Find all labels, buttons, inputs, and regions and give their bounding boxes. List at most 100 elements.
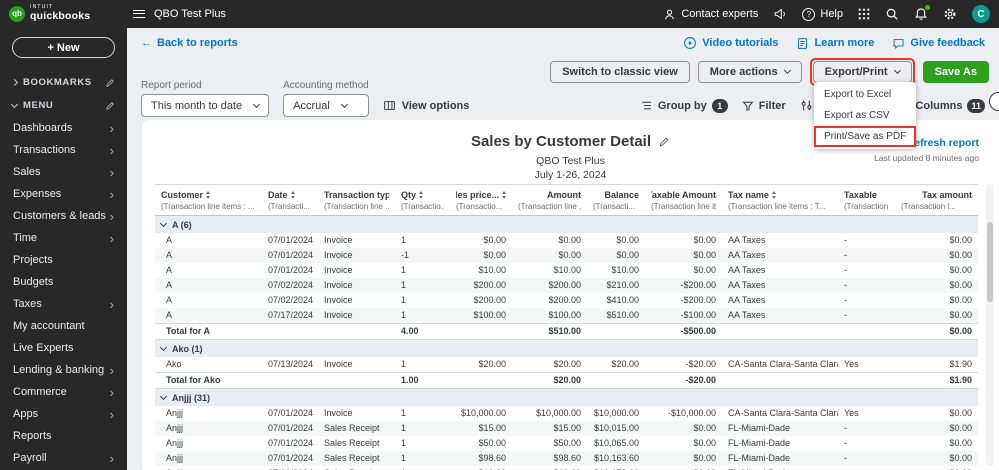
cell: Invoice	[318, 248, 395, 263]
table-row[interactable]: Anjjj07/01/2024Invoice1$10,000.00$10,000…	[155, 406, 978, 421]
announcements-icon[interactable]	[773, 7, 787, 21]
cell: 1	[395, 466, 450, 470]
give-feedback-link[interactable]: Give feedback	[892, 37, 985, 50]
section-name: Anjjj (31)	[172, 393, 210, 403]
section-header-anjjj[interactable]: Anjjj (31)	[155, 389, 978, 406]
table-row[interactable]: A07/02/2024Invoice1$200.00$200.00$210.00…	[155, 278, 978, 293]
total-cell	[450, 324, 512, 339]
cell: 1	[395, 357, 450, 372]
sidebar-item-payroll[interactable]: Payroll›	[0, 447, 127, 469]
cell: 1	[395, 308, 450, 323]
apps-grid-icon[interactable]	[858, 8, 870, 20]
bookmarks-section[interactable]: BOOKMARKS	[0, 71, 127, 94]
menu-item-export-to-excel[interactable]: Export to Excel	[814, 84, 916, 105]
sidebar-item-live-experts[interactable]: Live Experts	[0, 337, 127, 359]
sidebar-item-sales[interactable]: Sales›	[0, 161, 127, 183]
search-icon[interactable]	[885, 7, 899, 21]
sidebar-item-commerce[interactable]: Commerce›	[0, 381, 127, 403]
edit-title-icon[interactable]	[658, 136, 670, 148]
back-to-reports-link[interactable]: ← Back to reports	[141, 37, 238, 49]
video-tutorials-link[interactable]: Video tutorials	[683, 36, 778, 50]
export-print-button[interactable]: Export/Print	[813, 61, 912, 83]
view-options-button[interactable]: View options	[383, 94, 470, 117]
filter-button[interactable]: Filter	[742, 100, 786, 112]
edit-menu-icon[interactable]	[105, 101, 115, 111]
report-panel: Sales by Customer Detail QBO Test Plus J…	[142, 120, 999, 470]
table-row[interactable]: A07/02/2024Invoice1$200.00$200.00$410.00…	[155, 293, 978, 308]
sidebar-item-dashboards[interactable]: Dashboards›	[0, 117, 127, 139]
section-toggle: Anjjj (31)	[155, 393, 978, 403]
cell: $10,015.00	[587, 421, 645, 436]
table-row[interactable]: A07/01/2024Invoice-1$0.00$0.00$0.00$0.00…	[155, 248, 978, 263]
sidebar-item-expenses[interactable]: Expenses›	[0, 183, 127, 205]
column-header-date[interactable]: Date(Transacti...	[262, 185, 318, 215]
cell: Ako	[155, 357, 262, 372]
cell: $10.00	[512, 263, 587, 278]
total-cell: 4.00	[395, 324, 450, 339]
vertical-scrollbar[interactable]	[986, 184, 994, 466]
sidebar-item-lending-banking[interactable]: Lending & banking›	[0, 359, 127, 381]
quickbooks-logo[interactable]: qb INTUIT quickbooks	[0, 5, 127, 22]
table-row[interactable]: Anjjj07/01/2024Sales Receipt1$15.00$15.0…	[155, 421, 978, 436]
user-avatar[interactable]: C	[972, 5, 990, 23]
sidebar-item-budgets[interactable]: Budgets	[0, 271, 127, 293]
contact-experts-button[interactable]: Contact experts	[663, 8, 758, 21]
sidebar-item-time[interactable]: Time›	[0, 227, 127, 249]
column-header-customer[interactable]: Customer(Transaction line items : ...	[155, 185, 262, 215]
columns-count-badge: 11	[967, 99, 985, 113]
edit-bookmarks-icon[interactable]	[105, 78, 115, 88]
switch-to-classic-view-button[interactable]: Switch to classic view	[550, 61, 690, 83]
column-header-transaction-type[interactable]: Transaction type...(Transaction line ...	[318, 185, 395, 215]
cell: $1.90	[895, 357, 978, 372]
menu-section[interactable]: MENU	[0, 94, 127, 117]
cell: Anjjj	[155, 406, 262, 421]
table-row[interactable]: A07/01/2024Invoice1$0.00$0.00$0.00$0.00A…	[155, 233, 978, 248]
table-row[interactable]: A07/17/2024Invoice1$100.00$100.00$510.00…	[155, 308, 978, 323]
new-button[interactable]: + New	[12, 37, 115, 58]
sort-icon	[772, 191, 776, 199]
section-header-ako[interactable]: Ako (1)	[155, 340, 978, 357]
settings-gear-icon[interactable]	[943, 7, 957, 21]
sidebar-item-projects[interactable]: Projects	[0, 249, 127, 271]
learn-more-link[interactable]: Learn more	[796, 37, 874, 50]
table-row[interactable]: Anjjj07/01/2024Sales Receipt1$50.00$50.0…	[155, 436, 978, 451]
accounting-method-select[interactable]: Accrual	[283, 94, 369, 117]
table-row[interactable]: Ako07/13/2024Invoice1$20.00$20.00$20.00-…	[155, 357, 978, 372]
sidebar-item-transactions[interactable]: Transactions›	[0, 139, 127, 161]
cell: $0.00	[895, 233, 978, 248]
notifications-bell-icon[interactable]	[914, 7, 928, 21]
cell: $20.00	[450, 357, 512, 372]
columns-button[interactable]: Columns 11	[915, 99, 985, 113]
table-row[interactable]: Anjjj07/01/2024Sales Receipt1$98.60$98.6…	[155, 451, 978, 466]
cell: Invoice	[318, 233, 395, 248]
scrollbar-thumb[interactable]	[987, 222, 993, 302]
customize-icon-partial[interactable]	[989, 92, 999, 111]
table-row[interactable]: Anjjj07/01/2024Sales Receipt1$10.00$10.0…	[155, 466, 978, 470]
sidebar-item-reports[interactable]: Reports	[0, 425, 127, 447]
column-header-qty[interactable]: Qty(Transactio...	[395, 185, 450, 215]
sidebar-item-my-accountant[interactable]: My accountant	[0, 315, 127, 337]
hamburger-menu-icon[interactable]	[133, 10, 145, 18]
total-cell: Total for Ako	[155, 373, 262, 388]
table-row[interactable]: A07/01/2024Invoice1$10.00$10.00$10.00$0.…	[155, 263, 978, 278]
cell: -	[838, 263, 895, 278]
more-actions-button[interactable]: More actions	[698, 61, 802, 83]
back-arrow-icon: ←	[141, 37, 152, 49]
section-header-a[interactable]: A (6)	[155, 216, 978, 233]
save-as-button[interactable]: Save As	[923, 61, 989, 83]
menu-item-export-as-csv[interactable]: Export as CSV	[814, 105, 916, 126]
chevron-right-icon: ›	[110, 166, 114, 179]
cell: 1	[395, 233, 450, 248]
sidebar-item-taxes[interactable]: Taxes›	[0, 293, 127, 315]
sidebar-item-apps[interactable]: Apps›	[0, 403, 127, 425]
report-period-select[interactable]: This month to date	[141, 94, 269, 117]
menu-item-print-save-as-pdf[interactable]: Print/Save as PDF	[816, 128, 914, 145]
cell: -	[838, 451, 895, 466]
chevron-right-icon: ›	[110, 122, 114, 135]
group-by-button[interactable]: Group by 1	[640, 99, 728, 113]
help-button[interactable]: ? Help	[802, 8, 843, 21]
column-header-tax-name[interactable]: Tax name(Transaction line items : T...	[722, 185, 838, 215]
chevron-right-icon: ›	[110, 210, 114, 223]
sidebar-item-customers-leads[interactable]: Customers & leads›	[0, 205, 127, 227]
column-header-sales-price[interactable]: Sales price...(Transactio...	[450, 185, 512, 215]
